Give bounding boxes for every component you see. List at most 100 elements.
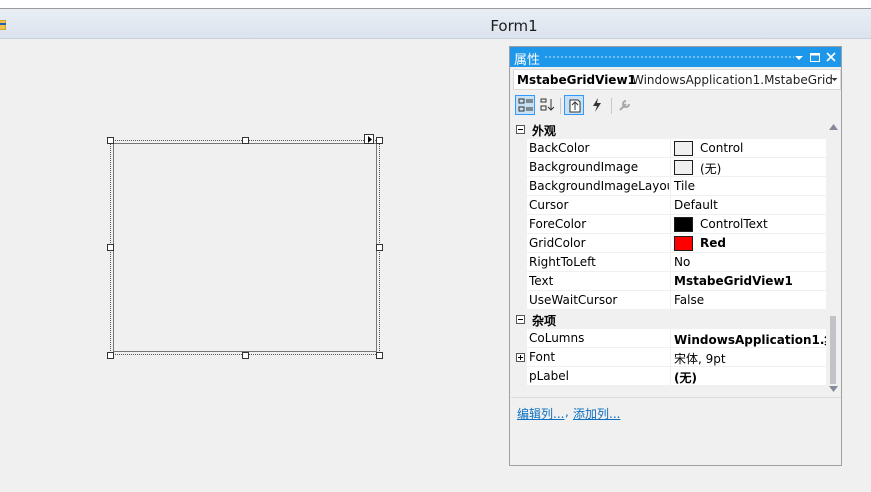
property-value: Default (674, 198, 718, 212)
properties-panel: 属性 MstabeGridView1 WindowsApplication1.M… (509, 46, 842, 466)
object-selector-name: MstabeGridView1 (517, 73, 636, 87)
property-row-gridcolor[interactable]: GridColor Red (513, 234, 826, 253)
column-divider (670, 234, 671, 253)
resize-handle-left[interactable] (107, 244, 114, 251)
property-row-cursor[interactable]: Cursor Default (513, 196, 826, 215)
property-name: Cursor (529, 198, 569, 212)
top-edge (0, 0, 871, 9)
chevron-down-icon[interactable] (831, 75, 838, 83)
expand-icon[interactable] (516, 353, 525, 362)
scroll-down-icon[interactable] (829, 386, 838, 392)
close-icon[interactable] (824, 49, 838, 65)
property-value: MstabeGridView1 (674, 274, 793, 288)
image-swatch (674, 160, 693, 175)
resize-handle-top-left[interactable] (107, 137, 114, 144)
property-value: Tile (674, 179, 696, 193)
row-gutter (513, 329, 527, 348)
resize-handle-bottom-left[interactable] (107, 352, 114, 359)
property-name: BackColor (529, 141, 590, 155)
property-row-columns[interactable]: CoLumns WindowsApplication1.集 (513, 329, 826, 348)
scroll-up-icon[interactable] (829, 124, 838, 130)
wrench-icon (619, 100, 630, 111)
column-divider (670, 158, 671, 177)
property-row-righttoleft[interactable]: RightToLeft No (513, 253, 826, 272)
row-gutter (513, 196, 527, 215)
property-value: 宋体, 9pt (674, 352, 726, 366)
property-name: pLabel (529, 369, 569, 383)
commands-pane: 编辑列... , 添加列... (511, 397, 841, 465)
property-value: Red (700, 236, 726, 250)
row-gutter (513, 253, 527, 272)
color-swatch (674, 217, 693, 232)
row-gutter (513, 234, 527, 253)
categorized-button[interactable] (515, 95, 535, 115)
column-divider (670, 139, 671, 158)
property-name: BackgroundImageLayout (529, 179, 669, 193)
collapse-icon[interactable] (516, 125, 525, 134)
categorized-icon (518, 98, 533, 112)
resize-handle-right[interactable] (376, 244, 383, 251)
alphabetical-button[interactable] (537, 95, 557, 115)
property-row-font[interactable]: Font 宋体, 9pt (513, 348, 826, 367)
row-gutter (513, 215, 527, 234)
maximize-icon[interactable] (808, 49, 822, 65)
properties-page-icon (569, 99, 581, 113)
dropdown-menu-icon[interactable] (792, 49, 806, 65)
property-name: RightToLeft (529, 255, 596, 269)
sort-alphabetical-icon (540, 98, 555, 111)
events-button[interactable] (587, 95, 607, 115)
property-name: Font (529, 350, 556, 364)
property-name: CoLumns (529, 331, 585, 345)
column-divider (670, 177, 671, 196)
property-row-text[interactable]: Text MstabeGridView1 (513, 272, 826, 291)
property-grid-scrollbar[interactable] (826, 120, 841, 396)
property-row-backgroundimage[interactable]: BackgroundImage (无) (513, 158, 826, 177)
row-gutter (513, 158, 527, 177)
category-row-misc[interactable]: 杂项 (513, 310, 826, 329)
smart-tag-button[interactable] (364, 134, 374, 144)
property-row-backgroundimagelayout[interactable]: BackgroundImageLayout Tile (513, 177, 826, 196)
grid-control-surface (113, 143, 377, 352)
properties-button[interactable] (564, 95, 584, 115)
properties-panel-header[interactable]: 属性 (510, 47, 841, 68)
smart-tag-arrow-icon (368, 136, 372, 143)
category-label: 杂项 (532, 314, 557, 328)
property-name: ForeColor (529, 217, 587, 231)
grid-control-designer[interactable] (110, 140, 380, 355)
property-row-plabel[interactable]: pLabel (无) (513, 367, 826, 386)
panel-drag-grip[interactable] (544, 55, 794, 60)
property-value: No (674, 255, 691, 269)
form-title-bar[interactable]: Form1 (0, 9, 871, 39)
resize-handle-top[interactable] (242, 137, 249, 144)
edit-columns-link[interactable]: 编辑列... (517, 405, 564, 422)
resize-handle-top-right[interactable] (376, 137, 383, 144)
scrollbar-thumb[interactable] (830, 316, 836, 384)
row-gutter (513, 348, 527, 367)
add-column-link[interactable]: 添加列... (573, 405, 620, 422)
column-divider (670, 272, 671, 291)
property-grid: 外观 BackColor Control BackgroundImage (无)… (513, 120, 826, 396)
row-gutter (513, 367, 527, 386)
column-divider (670, 367, 671, 386)
collapse-icon[interactable] (516, 315, 525, 324)
column-divider (670, 329, 671, 348)
property-value: WindowsApplication1.集 (674, 333, 826, 347)
property-row-backcolor[interactable]: BackColor Control (513, 139, 826, 158)
property-row-usewaitcursor[interactable]: UseWaitCursor False (513, 291, 826, 310)
color-swatch (674, 236, 693, 251)
lightning-icon (593, 98, 601, 112)
properties-panel-title: 属性 (514, 53, 541, 68)
column-divider (670, 253, 671, 272)
property-name: GridColor (529, 236, 586, 250)
object-selector-type: WindowsApplication1.MstabeGrid (632, 73, 833, 87)
row-gutter (513, 291, 527, 310)
column-divider (670, 291, 671, 310)
property-pages-button[interactable] (615, 95, 635, 115)
category-row-appearance[interactable]: 外观 (513, 120, 826, 139)
property-name: Text (529, 274, 554, 288)
resize-handle-bottom-right[interactable] (376, 352, 383, 359)
object-selector[interactable]: MstabeGridView1 WindowsApplication1.Msta… (513, 69, 841, 90)
row-gutter (513, 177, 527, 196)
property-row-forecolor[interactable]: ForeColor ControlText (513, 215, 826, 234)
resize-handle-bottom[interactable] (242, 352, 249, 359)
